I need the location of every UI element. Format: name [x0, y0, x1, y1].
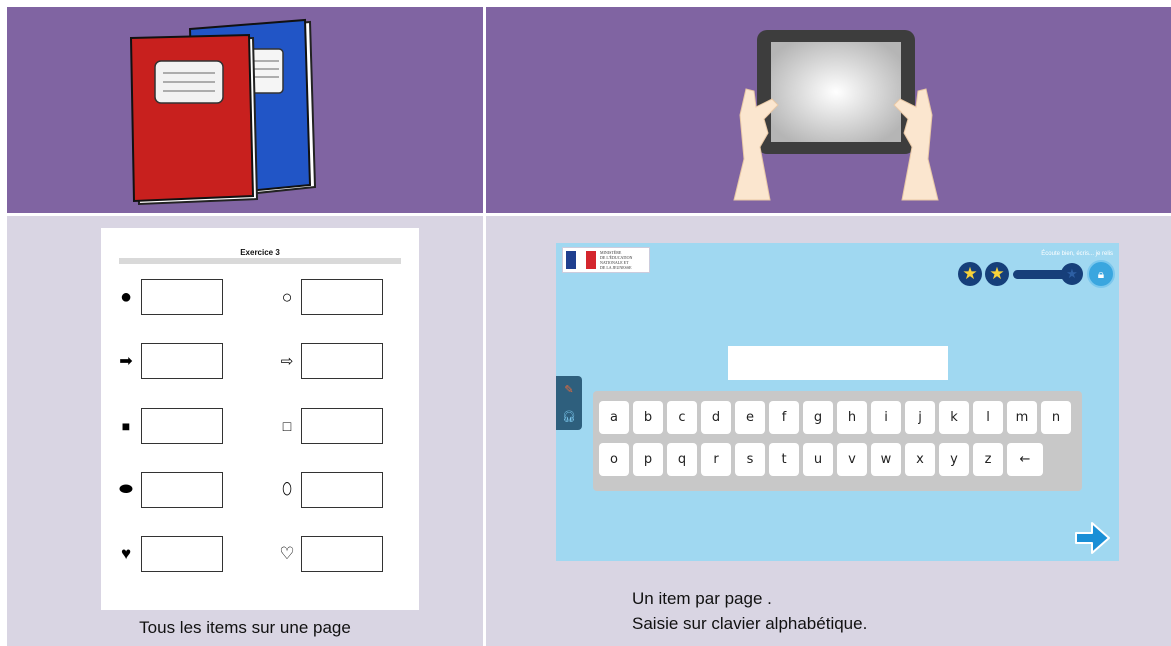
headphones-icon[interactable]: 🎧︎	[556, 403, 582, 430]
key-q[interactable]: q	[667, 443, 697, 476]
key-e[interactable]: e	[735, 401, 765, 434]
key-s[interactable]: s	[735, 443, 765, 476]
notebooks-icon	[129, 18, 317, 206]
flag-icon	[566, 251, 596, 269]
key-u[interactable]: u	[803, 443, 833, 476]
key-p[interactable]: p	[633, 443, 663, 476]
answer-box	[301, 472, 383, 508]
worksheet-page: Exercice 3 ● ○ ➡ ⇨ ■ □ ⬬ ⬯ ♥ ♡	[101, 228, 419, 610]
side-toolbar: ✎ 🎧︎	[556, 376, 582, 430]
star-icon: ★	[985, 262, 1009, 286]
tablet-hands-icon	[733, 30, 939, 201]
digital-illustration-panel	[486, 7, 1171, 213]
backspace-key[interactable]: ←	[1007, 443, 1043, 476]
key-k[interactable]: k	[939, 401, 969, 434]
instruction-hint: Écoute bien, écris... je relis	[1041, 251, 1113, 257]
key-m[interactable]: m	[1007, 401, 1037, 434]
caption-digital: Un item par page . Saisie sur clavier al…	[632, 586, 867, 636]
arrow-right-icon[interactable]	[1072, 518, 1112, 558]
progress-star-knob: ★	[1061, 263, 1083, 285]
key-z[interactable]: z	[973, 443, 1003, 476]
key-w[interactable]: w	[871, 443, 901, 476]
black-circle-icon: ●	[119, 285, 133, 308]
key-f[interactable]: f	[769, 401, 799, 434]
key-j[interactable]: j	[905, 401, 935, 434]
lock-icon[interactable]: 🔒︎	[1087, 260, 1115, 288]
key-y[interactable]: y	[939, 443, 969, 476]
answer-box	[301, 279, 383, 315]
alphabet-keyboard: a b c d e f g h i j k l m n o p q r s t	[593, 391, 1082, 491]
key-i[interactable]: i	[871, 401, 901, 434]
answer-input[interactable]	[728, 346, 948, 380]
key-d[interactable]: d	[701, 401, 731, 434]
key-r[interactable]: r	[701, 443, 731, 476]
black-square-icon: ■	[121, 418, 131, 434]
slide-grid: Exercice 3 ● ○ ➡ ⇨ ■ □ ⬬ ⬯ ♥ ♡ Tous les …	[0, 0, 1171, 646]
key-a[interactable]: a	[599, 401, 629, 434]
black-blob-icon: ⬬	[119, 481, 133, 498]
worksheet-header-bar	[119, 258, 401, 264]
key-g[interactable]: g	[803, 401, 833, 434]
white-arrow-icon: ⇨	[280, 353, 294, 370]
paper-worksheet-panel: Exercice 3 ● ○ ➡ ⇨ ■ □ ⬬ ⬯ ♥ ♡ Tous les …	[7, 216, 483, 646]
pencil-icon[interactable]: ✎	[556, 376, 582, 403]
answer-box	[301, 343, 383, 379]
digital-app-panel: MINISTÈRE DE L'ÉDUCATION NATIONALE ET DE…	[486, 216, 1171, 646]
key-v[interactable]: v	[837, 443, 867, 476]
white-circle-icon: ○	[281, 286, 293, 307]
key-x[interactable]: x	[905, 443, 935, 476]
black-heart-icon: ♥	[120, 544, 132, 563]
key-b[interactable]: b	[633, 401, 663, 434]
white-heart-icon: ♡	[279, 544, 295, 563]
ministry-logo: MINISTÈRE DE L'ÉDUCATION NATIONALE ET DE…	[562, 247, 650, 273]
key-c[interactable]: c	[667, 401, 697, 434]
white-square-icon: □	[282, 418, 292, 434]
paper-illustration-panel	[7, 7, 483, 213]
caption-line-2: Saisie sur clavier alphabétique.	[632, 614, 868, 633]
answer-box	[301, 408, 383, 444]
black-arrow-icon: ➡	[119, 353, 133, 370]
answer-box	[141, 279, 223, 315]
key-o[interactable]: o	[599, 443, 629, 476]
answer-box	[141, 472, 223, 508]
key-t[interactable]: t	[769, 443, 799, 476]
key-n[interactable]: n	[1041, 401, 1071, 434]
caption-line-1: Un item par page .	[632, 589, 772, 608]
white-blob-icon: ⬯	[281, 481, 293, 498]
answer-box	[141, 343, 223, 379]
answer-box	[141, 536, 223, 572]
app-screen: MINISTÈRE DE L'ÉDUCATION NATIONALE ET DE…	[556, 243, 1119, 561]
answer-box	[141, 408, 223, 444]
key-l[interactable]: l	[973, 401, 1003, 434]
caption-paper: Tous les items sur une page	[139, 618, 351, 637]
answer-box	[301, 536, 383, 572]
worksheet-title: Exercice 3	[240, 248, 280, 257]
key-h[interactable]: h	[837, 401, 867, 434]
star-icon: ★	[958, 262, 982, 286]
